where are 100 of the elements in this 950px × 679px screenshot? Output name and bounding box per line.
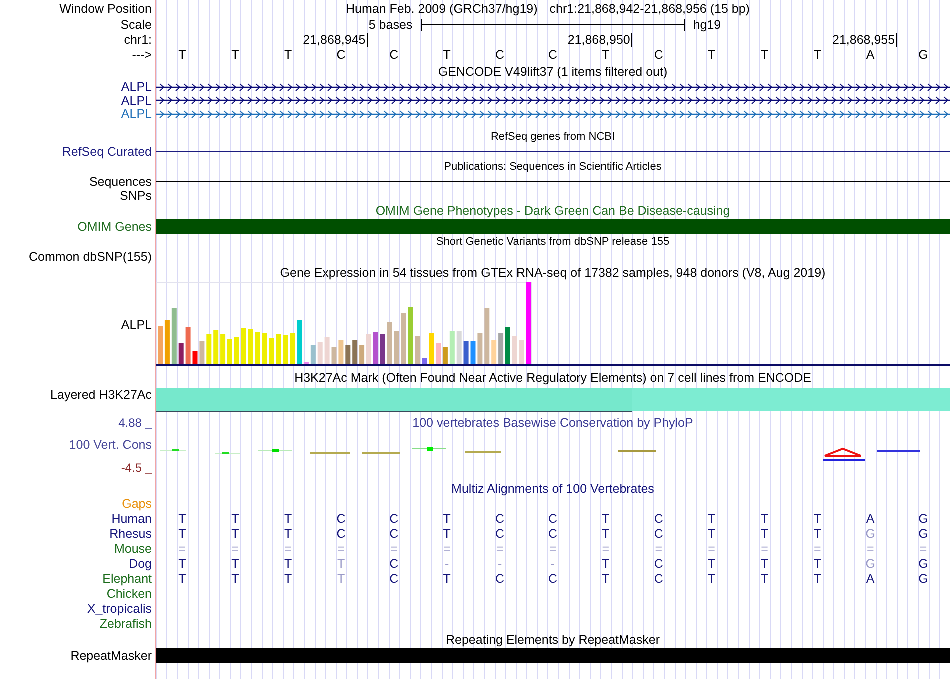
assembly-label: hg19 <box>692 18 722 32</box>
sequence-base: A <box>866 48 875 62</box>
expression-bar <box>248 329 254 364</box>
track-label[interactable]: ---> <box>132 48 152 62</box>
aligned-base: T <box>443 512 451 526</box>
track-label[interactable]: Scale <box>120 18 152 32</box>
expression-bar <box>158 326 163 364</box>
expression-bar <box>192 351 198 364</box>
aligned-base: T <box>602 512 610 526</box>
track-label[interactable]: Human <box>112 512 152 526</box>
coordinate-tick: 21,868,945 <box>303 33 368 47</box>
track-label[interactable]: X_tropicalis <box>87 602 152 616</box>
aligned-base: - <box>445 557 450 571</box>
track-title: OMIM Gene Phenotypes - Dark Green Can Be Disease-causing <box>376 204 730 218</box>
track-label[interactable]: Zebrafish <box>100 617 152 631</box>
expression-bar <box>422 358 428 364</box>
aligned-base: T <box>708 527 716 541</box>
expression-bar <box>478 333 483 364</box>
track-label[interactable]: ALPL <box>121 80 152 94</box>
track-label[interactable]: Sequences <box>89 174 152 188</box>
track-label[interactable]: RefSeq Curated <box>62 144 152 158</box>
aligned-base: T <box>232 557 240 571</box>
expression-bar <box>401 313 406 364</box>
track-title: Short Genetic Variants from dbSNP release 155 <box>436 236 670 248</box>
aligned-base: A <box>866 572 875 586</box>
expression-bar <box>442 347 448 364</box>
sequence-base: C <box>548 48 558 62</box>
sequence-base: T <box>814 48 822 62</box>
track-label[interactable]: ALPL <box>121 94 152 108</box>
expression-bar <box>206 334 212 364</box>
expression-bar <box>255 332 260 364</box>
track-label[interactable]: Dog <box>129 557 152 571</box>
aligned-base: T <box>337 572 346 586</box>
aligned-base: - <box>498 557 502 571</box>
expression-bar <box>324 337 330 364</box>
track-title: H3K27Ac Mark (Often Found Near Active Regulatory Elements) on 7 cell lines from ENCODE <box>294 370 812 384</box>
aligned-base: T <box>337 557 346 571</box>
track-label[interactable]: OMIM Genes <box>78 220 152 234</box>
expression-bar <box>234 337 240 364</box>
track-label[interactable]: Rhesus <box>110 527 152 541</box>
expression-bar <box>470 341 476 364</box>
track-label[interactable]: Chicken <box>106 587 152 601</box>
aligned-base: C <box>654 512 664 526</box>
aligned-base: T <box>284 557 292 571</box>
aligned-base: C <box>336 527 346 541</box>
aligned-base: C <box>390 557 399 571</box>
aligned-base: C <box>496 572 505 586</box>
expression-bar <box>429 333 434 364</box>
expression-bar <box>338 340 344 364</box>
aligned-base: T <box>178 557 186 571</box>
aligned-base: T <box>708 572 716 586</box>
sequence-base: C <box>390 48 399 62</box>
track-label[interactable]: RepeatMasker <box>70 648 152 662</box>
expression-bar <box>186 327 191 364</box>
track-label[interactable]: Window Position <box>60 2 152 16</box>
sequence-base: T <box>760 48 769 62</box>
track-label[interactable]: chr1: <box>124 33 152 47</box>
track-label[interactable]: Common dbSNP(155) <box>29 250 152 264</box>
conservation-segment <box>823 448 865 461</box>
aligned-base: G <box>918 557 928 571</box>
track-label[interactable]: ALPL <box>121 107 152 121</box>
aligned-base: = <box>284 542 292 556</box>
aligned-base: C <box>496 527 505 541</box>
track-label[interactable]: Mouse <box>114 542 152 556</box>
expression-bar <box>456 331 462 364</box>
aligned-base: T <box>602 527 610 541</box>
expression-bar <box>172 308 177 364</box>
track-label[interactable]: ALPL <box>121 318 152 332</box>
scale-text: 5 bases <box>368 18 414 32</box>
track-title: 100 vertebrates Basewise Conservation by PhyloP <box>412 416 694 430</box>
aligned-base: T <box>232 527 240 541</box>
track-label[interactable]: Layered H3K27Ac <box>50 388 152 402</box>
expression-bar <box>276 334 282 364</box>
aligned-base: T <box>814 512 822 526</box>
aligned-base: T <box>814 527 822 541</box>
assembly-name: Human Feb. 2009 (GRCh37/hg19) <box>346 2 538 16</box>
coordinate-tick: 21,868,955 <box>832 33 898 47</box>
aligned-base: = <box>602 542 610 556</box>
aligned-base: = <box>443 542 451 556</box>
aligned-base: C <box>548 527 558 541</box>
expression-bar <box>436 343 441 364</box>
expression-bar <box>178 343 184 364</box>
aligned-base: T <box>760 527 769 541</box>
aligned-base: = <box>549 542 557 556</box>
expression-bar <box>283 335 288 364</box>
aligned-base: T <box>178 527 186 541</box>
aligned-base: T <box>760 572 769 586</box>
track-label[interactable]: 100 Vert. Cons <box>69 438 152 452</box>
sequence-base: T <box>284 48 292 62</box>
expression-bar <box>484 308 490 364</box>
aligned-base: C <box>548 512 558 526</box>
aligned-base: = <box>496 542 504 556</box>
aligned-base: = <box>708 542 716 556</box>
aligned-base: A <box>866 512 875 526</box>
track-label[interactable]: Elephant <box>102 572 152 586</box>
aligned-base: T <box>232 512 240 526</box>
expression-bar <box>464 341 469 364</box>
track-label[interactable]: SNPs <box>120 188 152 202</box>
expression-bar <box>360 345 365 364</box>
aligned-base: T <box>178 512 186 526</box>
